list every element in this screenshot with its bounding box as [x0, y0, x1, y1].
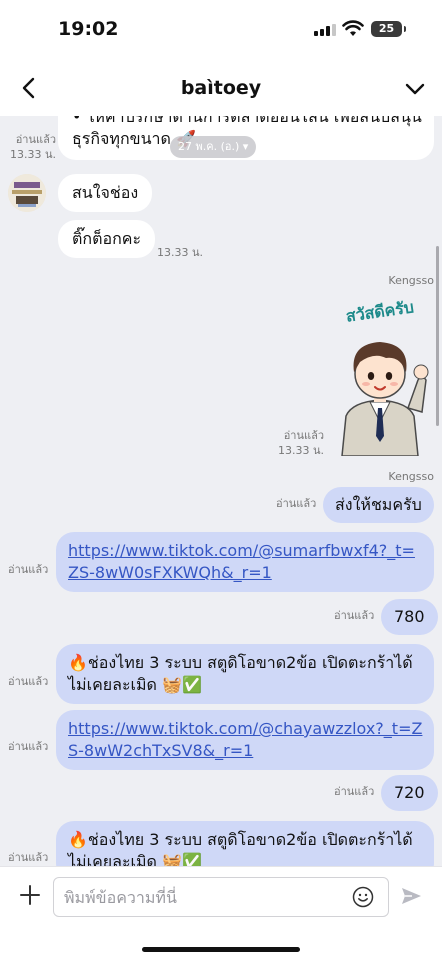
read-label: อ่านแล้ว [8, 563, 49, 576]
scrollbar[interactable] [436, 246, 439, 426]
message-bubble[interactable]: ติ๊กต็อกคะ [58, 220, 156, 258]
message-text: สนใจช่อง [72, 183, 139, 202]
read-receipt: อ่านแล้ว 13.33 น. [278, 428, 324, 458]
message-bubble[interactable]: สนใจช่อง [58, 174, 153, 212]
send-icon[interactable] [399, 884, 423, 908]
message-text: 🔥ช่องไทย 3 ระบบ สตูดิโอขาด2ข้อ เปิดตะกร้… [68, 830, 413, 866]
message-link[interactable]: https://www.tiktok.com/@chayawzzlox?_t=Z… [68, 719, 422, 760]
read-label: อ่านแล้ว [8, 675, 49, 688]
chevron-down-icon[interactable] [402, 76, 428, 102]
composer [0, 866, 442, 960]
sticker-image[interactable]: สวัสดีครับ [330, 296, 430, 457]
message-link[interactable]: https://www.tiktok.com/@sumarfbwxf4?_t=Z… [68, 541, 415, 582]
message-time: 13.33 น. [278, 444, 325, 457]
message-time: 13.33 น. [10, 148, 57, 161]
avatar[interactable] [8, 174, 46, 212]
status-time: 19:02 [58, 18, 119, 40]
avatar-image [8, 174, 46, 212]
read-label: อ่านแล้ว [276, 497, 317, 510]
sender-name: Kengsso [388, 470, 434, 483]
status-bar: 19:02 25 [0, 0, 442, 60]
chat-header: baìtoey [0, 60, 442, 116]
message-bubble[interactable]: https://www.tiktok.com/@chayawzzlox?_t=Z… [56, 710, 434, 770]
message-text: ส่งให้ชมครับ [335, 495, 422, 514]
message-bubble[interactable]: https://www.tiktok.com/@sumarfbwxf4?_t=Z… [56, 532, 434, 592]
read-label: อ่านแล้ว [15, 133, 56, 146]
wifi-icon [342, 20, 364, 36]
message-bubble[interactable]: ส่งให้ชมครับ [323, 487, 434, 523]
message-list[interactable]: • ให้คำปรึกษาด้านการตลาดออนไลน์ เพื่อสนั… [0, 116, 442, 866]
home-indicator [142, 947, 300, 952]
plus-icon[interactable] [18, 883, 42, 907]
message-input-box[interactable] [53, 877, 389, 917]
message-bubble[interactable]: 🔥ช่องไทย 3 ระบบ สตูดิโอขาด2ข้อ เปิดตะกร้… [56, 821, 434, 866]
emoji-icon[interactable] [352, 886, 374, 908]
message-time: 13.33 น. [157, 246, 204, 259]
signal-icon [314, 24, 336, 36]
read-label: อ่านแล้ว [8, 740, 49, 753]
sender-name: Kengsso [388, 274, 434, 287]
message-bubble[interactable]: 780 [381, 599, 438, 635]
date-pill[interactable]: 27 พ.ค. (อ.) ▾ [170, 136, 257, 158]
message-text: 720 [394, 783, 425, 802]
read-label: อ่านแล้ว [334, 609, 375, 622]
message-bubble[interactable]: 720 [381, 775, 438, 811]
read-receipt: อ่านแล้ว 13.33 น. [10, 132, 56, 162]
message-text: 🔥ช่องไทย 3 ระบบ สตูดิโอขาด2ข้อ เปิดตะกร้… [68, 653, 413, 694]
read-label: อ่านแล้ว [8, 851, 49, 864]
battery-icon: 25 [371, 21, 406, 37]
message-text: 780 [394, 607, 425, 626]
message-input[interactable] [54, 878, 344, 916]
message-bubble[interactable]: 🔥ช่องไทย 3 ระบบ สตูดิโอขาด2ข้อ เปิดตะกร้… [56, 644, 434, 704]
read-label: อ่านแล้ว [334, 785, 375, 798]
chat-title[interactable]: baìtoey [0, 77, 442, 99]
message-text: ติ๊กต็อกคะ [72, 229, 142, 248]
read-label: อ่านแล้ว [283, 429, 324, 442]
